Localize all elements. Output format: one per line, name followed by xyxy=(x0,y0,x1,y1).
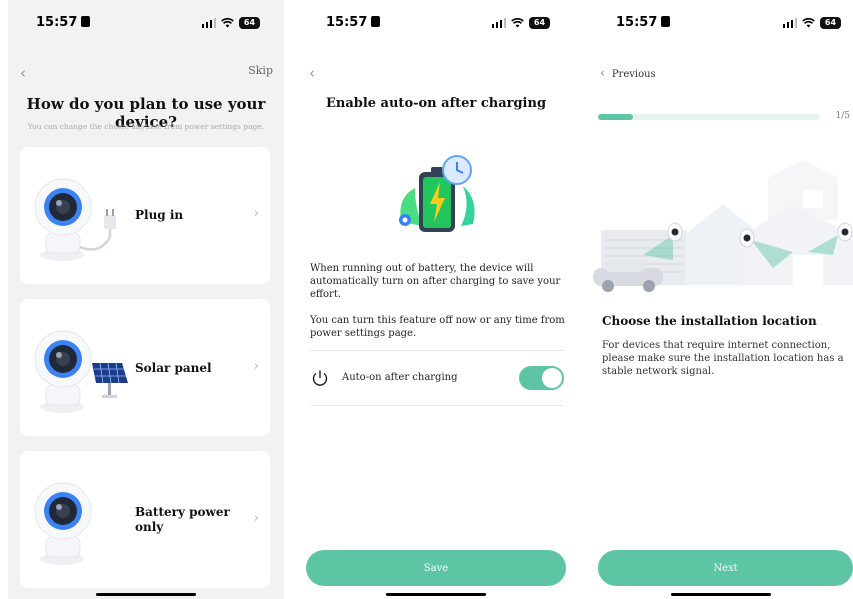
option-battery-power[interactable]: Battery power only › xyxy=(20,451,270,588)
auto-on-screen: 15:57 64 ‹ Enable auto-on after charging… xyxy=(298,0,574,599)
wifi-icon xyxy=(221,18,234,28)
plug-camera-illustration xyxy=(34,178,116,261)
option-plug-in[interactable]: Plug in › xyxy=(20,147,270,284)
option-label: Plug in xyxy=(135,208,184,222)
home-indicator xyxy=(670,593,771,596)
step-indicator: 1/5 xyxy=(835,111,850,121)
option-solar-panel[interactable]: Solar panel › xyxy=(20,299,270,436)
back-button[interactable]: ‹ xyxy=(20,64,26,82)
chevron-right-icon: › xyxy=(253,359,259,374)
status-time: 15:57 xyxy=(326,15,381,30)
option-label: Solar panel xyxy=(135,361,212,375)
status-bar: 15:57 64 xyxy=(298,15,574,35)
skip-button[interactable]: Skip xyxy=(248,64,273,77)
chevron-left-icon: ‹ xyxy=(600,66,605,80)
section-heading: Choose the installation location xyxy=(602,314,817,328)
lock-icon xyxy=(81,16,91,27)
battery-camera-illustration xyxy=(34,482,92,565)
divider xyxy=(310,350,563,351)
section-description: For devices that require internet connec… xyxy=(602,340,844,377)
save-button[interactable]: Save xyxy=(306,550,566,586)
chevron-right-icon: › xyxy=(253,511,259,526)
description-1: When running out of battery, the device … xyxy=(310,263,561,300)
battery-icon: 64 xyxy=(239,17,260,29)
divider xyxy=(310,405,563,406)
previous-button[interactable]: ‹ Previous xyxy=(600,66,656,80)
signal-icon xyxy=(782,18,797,28)
lock-icon xyxy=(371,16,381,27)
signal-icon xyxy=(201,18,216,28)
chevron-right-icon: › xyxy=(253,206,259,221)
installation-location-screen: 15:57 64 ‹ Previous 1/5 Choose the instal… xyxy=(588,0,853,599)
wifi-icon xyxy=(802,18,815,28)
status-time: 15:57 xyxy=(36,15,91,30)
auto-on-toggle[interactable] xyxy=(519,366,564,390)
status-time: 15:57 xyxy=(616,15,671,30)
progress-bar xyxy=(598,114,819,120)
description-2: You can turn this feature off now or any… xyxy=(310,315,565,339)
status-bar: 15:57 64 xyxy=(588,15,853,35)
lock-icon xyxy=(661,16,671,27)
wifi-icon xyxy=(511,18,524,28)
status-bar: 15:57 64 xyxy=(8,15,284,35)
battery-icon: 64 xyxy=(529,17,550,29)
toggle-label: Auto-on after charging xyxy=(342,372,458,383)
home-indicator xyxy=(96,593,196,596)
house-installation-illustration xyxy=(593,160,853,292)
next-button[interactable]: Next xyxy=(598,550,853,586)
power-mode-screen: 15:57 64 ‹ Skip How do you plan to use y… xyxy=(8,0,284,599)
page-subtitle: You can change the choice anytime from p… xyxy=(27,122,265,131)
option-label: Battery power only xyxy=(135,505,230,534)
progress-fill xyxy=(598,114,634,120)
page-title: Enable auto-on after charging xyxy=(325,96,547,111)
signal-icon xyxy=(491,18,506,28)
solar-camera-illustration xyxy=(34,330,128,413)
battery-icon: 64 xyxy=(820,17,841,29)
home-indicator xyxy=(386,593,486,596)
power-icon xyxy=(312,370,328,386)
back-button[interactable]: ‹ xyxy=(309,64,315,82)
toggle-knob xyxy=(542,368,562,388)
charging-battery-illustration xyxy=(399,155,475,232)
